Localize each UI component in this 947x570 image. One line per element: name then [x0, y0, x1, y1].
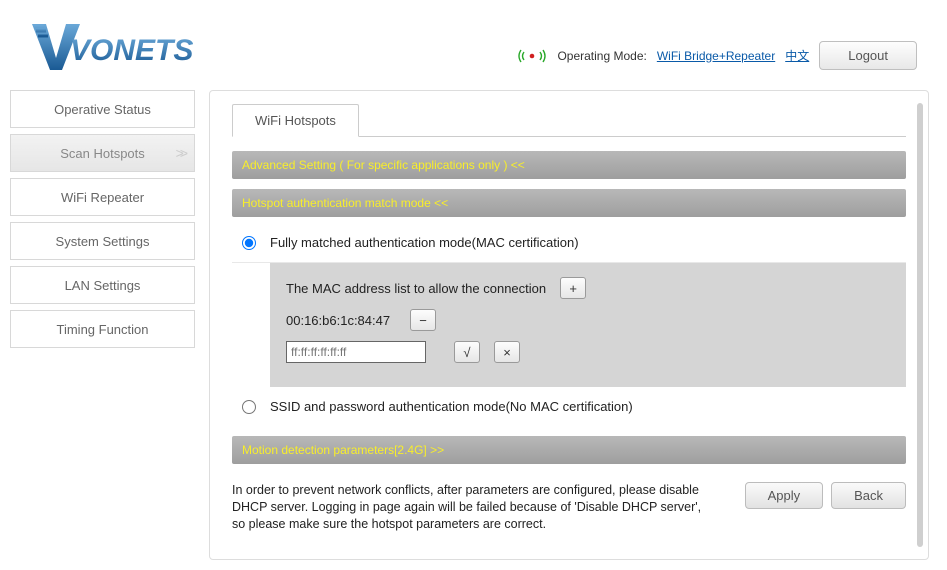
sidebar-item-system-settings[interactable]: System Settings [10, 222, 195, 260]
cancel-mac-button[interactable]: × [494, 341, 520, 363]
operating-mode-label: Operating Mode: [557, 49, 646, 63]
mac-list-label: The MAC address list to allow the connec… [286, 281, 546, 296]
sidebar-item-timing-function[interactable]: Timing Function [10, 310, 195, 348]
section-advanced-setting[interactable]: Advanced Setting ( For specific applicat… [232, 151, 906, 179]
mac-address-value: 00:16:b6:1c:84:47 [286, 313, 396, 328]
tab-wifi-hotspots[interactable]: WiFi Hotspots [232, 104, 359, 137]
radio-label: SSID and password authentication mode(No… [270, 399, 633, 414]
sidebar-item-scan-hotspots[interactable]: Scan Hotspots >> [10, 134, 195, 172]
apply-button[interactable]: Apply [745, 482, 824, 509]
auth-mode-option-ssid[interactable]: SSID and password authentication mode(No… [232, 387, 906, 426]
tab-strip: WiFi Hotspots [232, 103, 906, 137]
sidebar-item-label: WiFi Repeater [61, 190, 144, 205]
svg-text:VONETS: VONETS [70, 34, 193, 67]
radio-ssid-auth[interactable] [242, 400, 256, 414]
mac-input[interactable] [286, 341, 426, 363]
logout-button[interactable]: Logout [819, 41, 917, 70]
sidebar-item-wifi-repeater[interactable]: WiFi Repeater [10, 178, 195, 216]
remove-mac-button[interactable]: − [410, 309, 436, 331]
sidebar: Operative Status Scan Hotspots >> WiFi R… [10, 90, 195, 560]
scrollbar[interactable] [917, 103, 923, 547]
brand-logo: VONETS [30, 18, 200, 74]
add-mac-button[interactable]: + [560, 277, 586, 299]
radio-label: Fully matched authentication mode(MAC ce… [270, 235, 579, 250]
footer-note: In order to prevent network conflicts, a… [232, 482, 702, 533]
operating-mode-link[interactable]: WiFi Bridge+Repeater [657, 49, 775, 63]
confirm-mac-button[interactable]: √ [454, 341, 480, 363]
sidebar-item-label: Operative Status [54, 102, 151, 117]
radio-mac-auth[interactable] [242, 236, 256, 250]
sidebar-item-label: System Settings [56, 234, 150, 249]
section-motion-detection[interactable]: Motion detection parameters[2.4G] >> [232, 436, 906, 464]
section-auth-mode[interactable]: Hotspot authentication match mode << [232, 189, 906, 217]
main-panel: WiFi Hotspots Advanced Setting ( For spe… [209, 90, 929, 560]
sidebar-item-label: LAN Settings [65, 278, 141, 293]
signal-icon [517, 48, 547, 64]
auth-mode-option-mac[interactable]: Fully matched authentication mode(MAC ce… [232, 223, 906, 263]
sidebar-item-operative-status[interactable]: Operative Status [10, 90, 195, 128]
sidebar-item-lan-settings[interactable]: LAN Settings [10, 266, 195, 304]
chevron-right-icon: >> [176, 145, 184, 161]
language-link[interactable]: 中文 [785, 47, 809, 64]
back-button[interactable]: Back [831, 482, 906, 509]
mac-list-box: The MAC address list to allow the connec… [270, 263, 906, 387]
sidebar-item-label: Timing Function [57, 322, 149, 337]
sidebar-item-label: Scan Hotspots [60, 146, 145, 161]
